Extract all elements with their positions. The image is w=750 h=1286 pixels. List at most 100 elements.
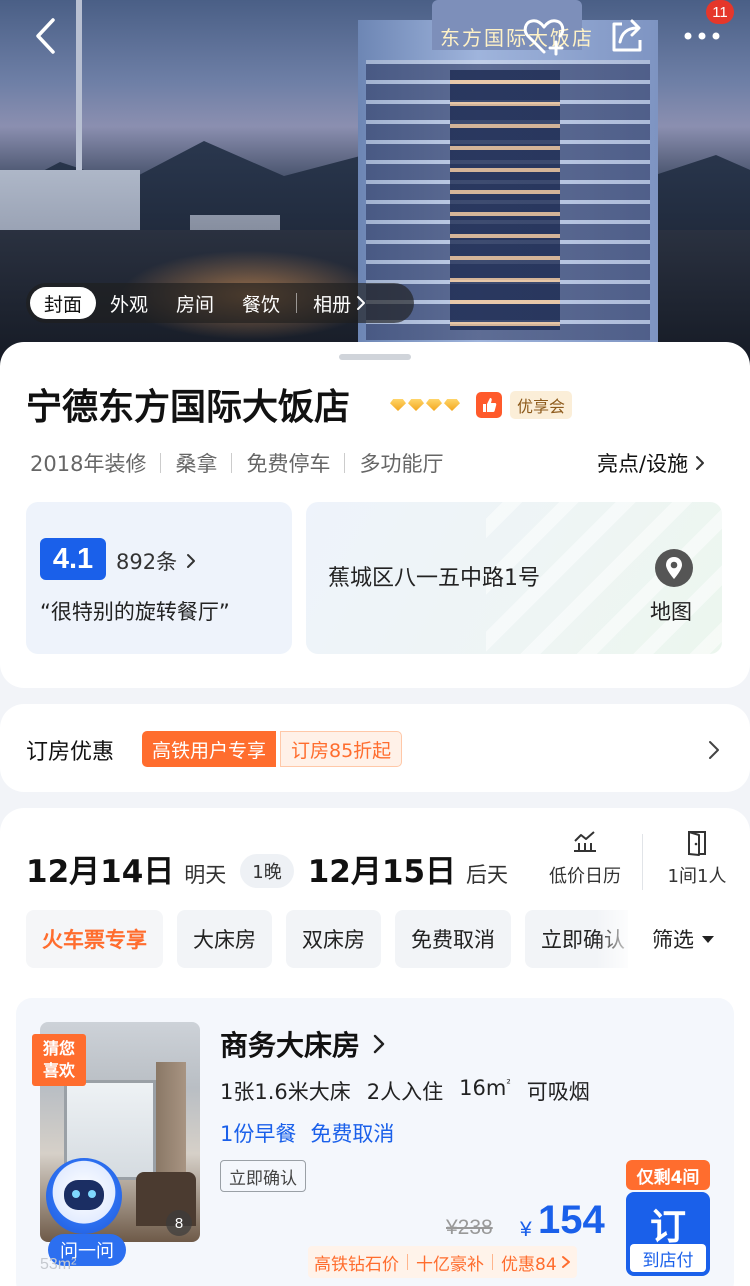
share-button[interactable] (602, 12, 650, 60)
hotel-address: 蕉城区八一五中路1号 (328, 566, 540, 591)
photo-tab-album-label: 相册 (313, 293, 352, 316)
checkin-day: 明天 (184, 863, 227, 887)
photo-tab-dining[interactable]: 餐饮 (228, 287, 294, 319)
hotel-tag: 2018年装修 (30, 452, 147, 476)
filter-label: 筛选 (652, 928, 694, 952)
photo-tabs: 封面 外观 房间 餐饮 相册 (26, 283, 414, 323)
photo-hotel-sign: 东方国际大饭店 (440, 26, 594, 50)
room-size-ghost: 53m² (40, 1256, 77, 1273)
notification-badge: 11 (706, 0, 734, 24)
chevron-right-icon (696, 456, 705, 470)
original-price: ¥238 (446, 1216, 493, 1239)
robot-eye (88, 1190, 96, 1198)
deal-tag: 十亿豪补 (416, 1254, 484, 1275)
divider (642, 834, 643, 890)
low-price-calendar-button[interactable]: 低价日历 (540, 830, 630, 888)
robot-eye (72, 1190, 80, 1198)
map-label: 地图 (650, 600, 692, 624)
recommend-badge: 猜您 喜欢 (32, 1034, 86, 1086)
review-summary[interactable]: 4.1 892条 “很特别的旋转餐厅” (26, 502, 292, 654)
chevron-right-icon (709, 741, 719, 759)
caret-down-icon (702, 935, 714, 943)
address-map-box[interactable]: 蕉城区八一五中路1号 地图 (306, 502, 722, 654)
hotel-name: 宁德东方国际大饭店 (26, 387, 351, 428)
room-name: 商务大床房 (220, 1029, 361, 1062)
calendar-chart-icon (540, 830, 630, 856)
room-specs: 1张1.6米大床 2人入住 16m² 可吸烟 (220, 1076, 590, 1106)
checkout-date: 12月15日 (307, 854, 457, 890)
filter-chip-train-exclusive[interactable]: 火车票专享 (26, 910, 163, 968)
deal-divider (492, 1254, 493, 1270)
filter-chip-twin-bed[interactable]: 双床房 (286, 910, 381, 968)
rooms-guests-button[interactable]: 1间1人 (652, 830, 742, 888)
photo-tab-rooms[interactable]: 房间 (162, 287, 228, 319)
room-filter-chips: 火车票专享 大床房 双床房 免费取消 立即确认 (26, 910, 628, 968)
hotel-tag: 桑拿 (175, 452, 218, 476)
room-perks: 1份早餐 免费取消 (220, 1118, 394, 1148)
room-bed: 1张1.6米大床 (220, 1080, 351, 1104)
hotel-tags: 2018年装修 桑拿 免费停车 多功能厅 (30, 448, 443, 478)
filter-chip-free-cancel[interactable]: 免费取消 (395, 910, 511, 968)
highlights-label: 亮点/设施 (597, 452, 689, 476)
room-breakfast: 1份早餐 (220, 1122, 297, 1146)
robot-face (64, 1180, 104, 1210)
tag-divider (160, 453, 162, 473)
filter-fade (596, 910, 636, 968)
member-tag: 优享会 (510, 391, 573, 419)
deal-tags[interactable]: 高铁钻石价 十亿豪补 优惠84 (308, 1246, 577, 1278)
room-area: 16m² (459, 1076, 511, 1106)
diamond-icon (390, 399, 406, 411)
filter-button[interactable]: 筛选 (652, 910, 714, 968)
photo-hotel-windows (450, 70, 560, 330)
photo-tab-cover[interactable]: 封面 (30, 287, 97, 319)
door-icon (652, 830, 742, 856)
room-occupancy: 2人入住 (366, 1080, 444, 1104)
currency-symbol: ¥ (520, 1218, 532, 1241)
checkout-day: 后天 (466, 863, 509, 887)
book-label: 订 (649, 1207, 686, 1248)
chevron-right-icon (187, 554, 196, 568)
drag-handle[interactable] (339, 354, 411, 360)
hotel-tag: 免费停车 (246, 452, 331, 476)
highlights-link[interactable]: 亮点/设施 (597, 448, 706, 478)
pay-at-hotel-label: 到店付 (630, 1244, 706, 1272)
map-pin-icon (655, 549, 693, 587)
photo-tab-album[interactable]: 相册 (299, 287, 381, 319)
chevron-right-icon (357, 296, 366, 310)
photo-count-badge: 8 (166, 1210, 192, 1236)
deal-tag: 高铁钻石价 (314, 1254, 399, 1275)
calendar-label: 低价日历 (549, 866, 621, 887)
tag-divider (344, 453, 346, 473)
back-button[interactable] (22, 12, 70, 60)
date-selector[interactable]: 12月14日 明天 1晚 12月15日 后天 (26, 846, 508, 892)
assistant-robot-icon[interactable] (46, 1158, 122, 1234)
hotel-info-card: 宁德东方国际大饭店 优享会 2018年装修 桑拿 免费停车 多功能厅 亮点/设施… (0, 342, 750, 688)
rating-score: 4.1 (40, 538, 106, 580)
booking-promo-row[interactable]: 订房优惠 高铁用户专享 订房85折起 (0, 704, 750, 792)
heart-plus-icon (523, 19, 565, 56)
more-dots-icon (684, 32, 720, 40)
room-name-link[interactable]: 商务大床房 (220, 1024, 386, 1064)
filter-chip-king-bed[interactable]: 大床房 (177, 910, 272, 968)
diamond-icon (408, 399, 424, 411)
chevron-left-icon (36, 18, 55, 54)
chevron-right-icon (373, 1034, 385, 1054)
recommend-badge-line: 猜您 (42, 1039, 75, 1058)
photo-tab-exterior[interactable]: 外观 (96, 287, 162, 319)
diamond-icon (426, 399, 442, 411)
instant-confirm-tag: 立即确认 (220, 1160, 306, 1192)
diamond-icon (444, 399, 460, 411)
current-price: 154 (538, 1198, 605, 1242)
room-area-value: 16m (459, 1076, 507, 1100)
promo-tag-rail: 高铁用户专享 (142, 731, 277, 767)
diamond-rating (390, 399, 460, 411)
book-button[interactable]: 订 到店付 (626, 1192, 710, 1276)
rooms-guests-label: 1间1人 (667, 866, 727, 887)
deal-tag: 优惠84 (501, 1254, 557, 1275)
review-count-link[interactable]: 892条 (116, 546, 197, 576)
review-count: 892条 (116, 550, 178, 574)
stock-left-tag: 仅剩4间 (626, 1160, 710, 1190)
share-icon (612, 19, 642, 52)
promo-tag-discount: 订房85折起 (280, 731, 403, 767)
favorite-button[interactable] (520, 12, 568, 60)
